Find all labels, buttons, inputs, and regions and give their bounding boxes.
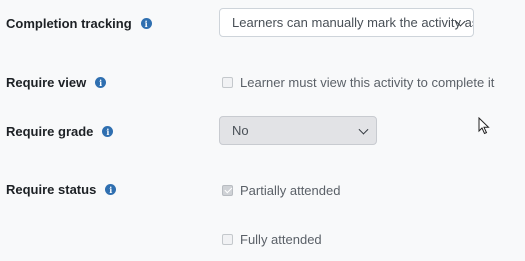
require-grade-select[interactable]: No — [219, 116, 377, 145]
fully-attended-label: Fully attended — [240, 232, 322, 247]
partially-attended-label: Partially attended — [240, 183, 341, 198]
completion-tracking-label: Completion tracking — [6, 16, 132, 31]
require-status-label-row: Require status i — [6, 182, 117, 197]
require-view-label-row: Require view i — [6, 75, 107, 90]
require-grade-label-row: Require grade i — [6, 124, 114, 139]
info-icon[interactable]: i — [105, 184, 117, 195]
info-icon[interactable]: i — [102, 126, 114, 137]
fully-attended-checkbox[interactable] — [222, 234, 233, 245]
require-view-checkbox[interactable] — [222, 77, 233, 88]
completion-tracking-label-row: Completion tracking i — [6, 16, 152, 31]
require-view-checkbox-row[interactable]: Learner must view this activity to compl… — [222, 75, 494, 90]
require-view-label: Require view — [6, 75, 87, 90]
completion-tracking-select[interactable]: Learners can manually mark the activity … — [219, 8, 474, 37]
require-view-checkbox-label: Learner must view this activity to compl… — [240, 75, 495, 90]
partially-attended-checkbox[interactable] — [222, 185, 233, 196]
require-grade-label: Require grade — [6, 124, 94, 139]
info-icon[interactable]: i — [140, 18, 152, 29]
fully-attended-checkbox-row[interactable]: Fully attended — [222, 232, 322, 247]
require-grade-value: No — [232, 123, 249, 138]
info-icon[interactable]: i — [95, 77, 107, 88]
require-status-label: Require status — [6, 182, 97, 197]
completion-tracking-value: Learners can manually mark the activity … — [232, 15, 473, 30]
chevron-down-icon — [358, 124, 369, 135]
partially-attended-checkbox-row[interactable]: Partially attended — [222, 183, 340, 198]
mouse-cursor-icon — [478, 117, 490, 135]
